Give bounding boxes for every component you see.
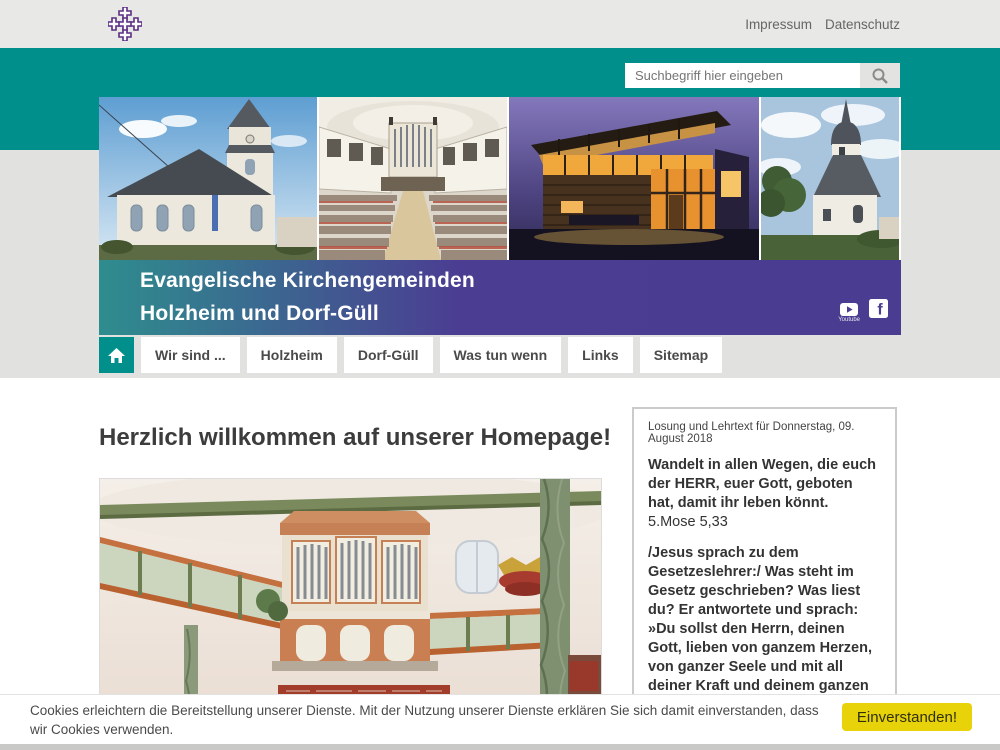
banner-photo-church-tower: [761, 97, 899, 260]
losung-date: Losung und Lehrtext für Donnerstag, 09. …: [648, 421, 881, 445]
facebook-link[interactable]: f: [869, 299, 888, 323]
banner-photo-community-center-night: [509, 97, 759, 260]
title-banner: Evangelische Kirchengemeinden Holzheim u…: [99, 260, 901, 335]
youtube-icon: [840, 303, 858, 316]
nav-item-was-tun-wenn[interactable]: Was tun wenn: [440, 337, 562, 373]
site-title-line2: Holzheim und Dorf-Güll: [140, 302, 379, 326]
youtube-label: Youtube: [838, 317, 860, 323]
home-icon: [108, 348, 125, 363]
banner-photo-strip: [99, 97, 901, 260]
nav-home-button[interactable]: [99, 337, 134, 373]
banner-photo-church-exterior: [99, 97, 317, 260]
search-button[interactable]: [860, 63, 900, 88]
site-title-line1: Evangelische Kirchengemeinden: [140, 269, 475, 293]
bottom-strip: [0, 744, 1000, 750]
page-root: Impressum Datenschutz: [0, 0, 1000, 750]
datenschutz-link[interactable]: Datenschutz: [825, 17, 900, 32]
search-box: [625, 63, 900, 88]
topbar-links: Impressum Datenschutz: [745, 17, 900, 32]
facebook-letter: f: [877, 302, 883, 319]
losung-reference: 5.Mose 5,33: [648, 513, 881, 532]
ekhn-cross-logo: [108, 7, 142, 41]
impressum-link[interactable]: Impressum: [745, 17, 812, 32]
page-heading: Herzlich willkommen auf unserer Homepage…: [99, 424, 611, 452]
social-links: Youtube f: [838, 299, 888, 323]
main-navigation: Wir sind ... Holzheim Dorf-Güll Was tun …: [99, 337, 722, 373]
nav-item-wir-sind[interactable]: Wir sind ...: [141, 337, 240, 373]
nav-item-holzheim[interactable]: Holzheim: [247, 337, 337, 373]
ekhn-cross-icon: [108, 7, 142, 41]
nav-item-sitemap[interactable]: Sitemap: [640, 337, 722, 373]
search-input[interactable]: [625, 63, 860, 88]
banner-photo-church-interior: [319, 97, 507, 260]
cookie-accept-button[interactable]: Einverstanden!: [842, 703, 972, 731]
cookie-message: Cookies erleichtern die Bereitstellung u…: [30, 701, 820, 739]
nav-item-dorf-guell[interactable]: Dorf-Güll: [344, 337, 433, 373]
organ: [272, 511, 438, 671]
top-bar: Impressum Datenschutz: [0, 0, 1000, 48]
nav-item-links[interactable]: Links: [568, 337, 633, 373]
search-icon: [871, 67, 889, 85]
youtube-link[interactable]: Youtube: [838, 303, 860, 323]
losung-text: Wandelt in allen Wegen, die euch der HER…: [648, 456, 881, 513]
cookie-banner: Cookies erleichtern die Bereitstellung u…: [0, 694, 1000, 744]
facebook-icon: f: [869, 299, 888, 318]
